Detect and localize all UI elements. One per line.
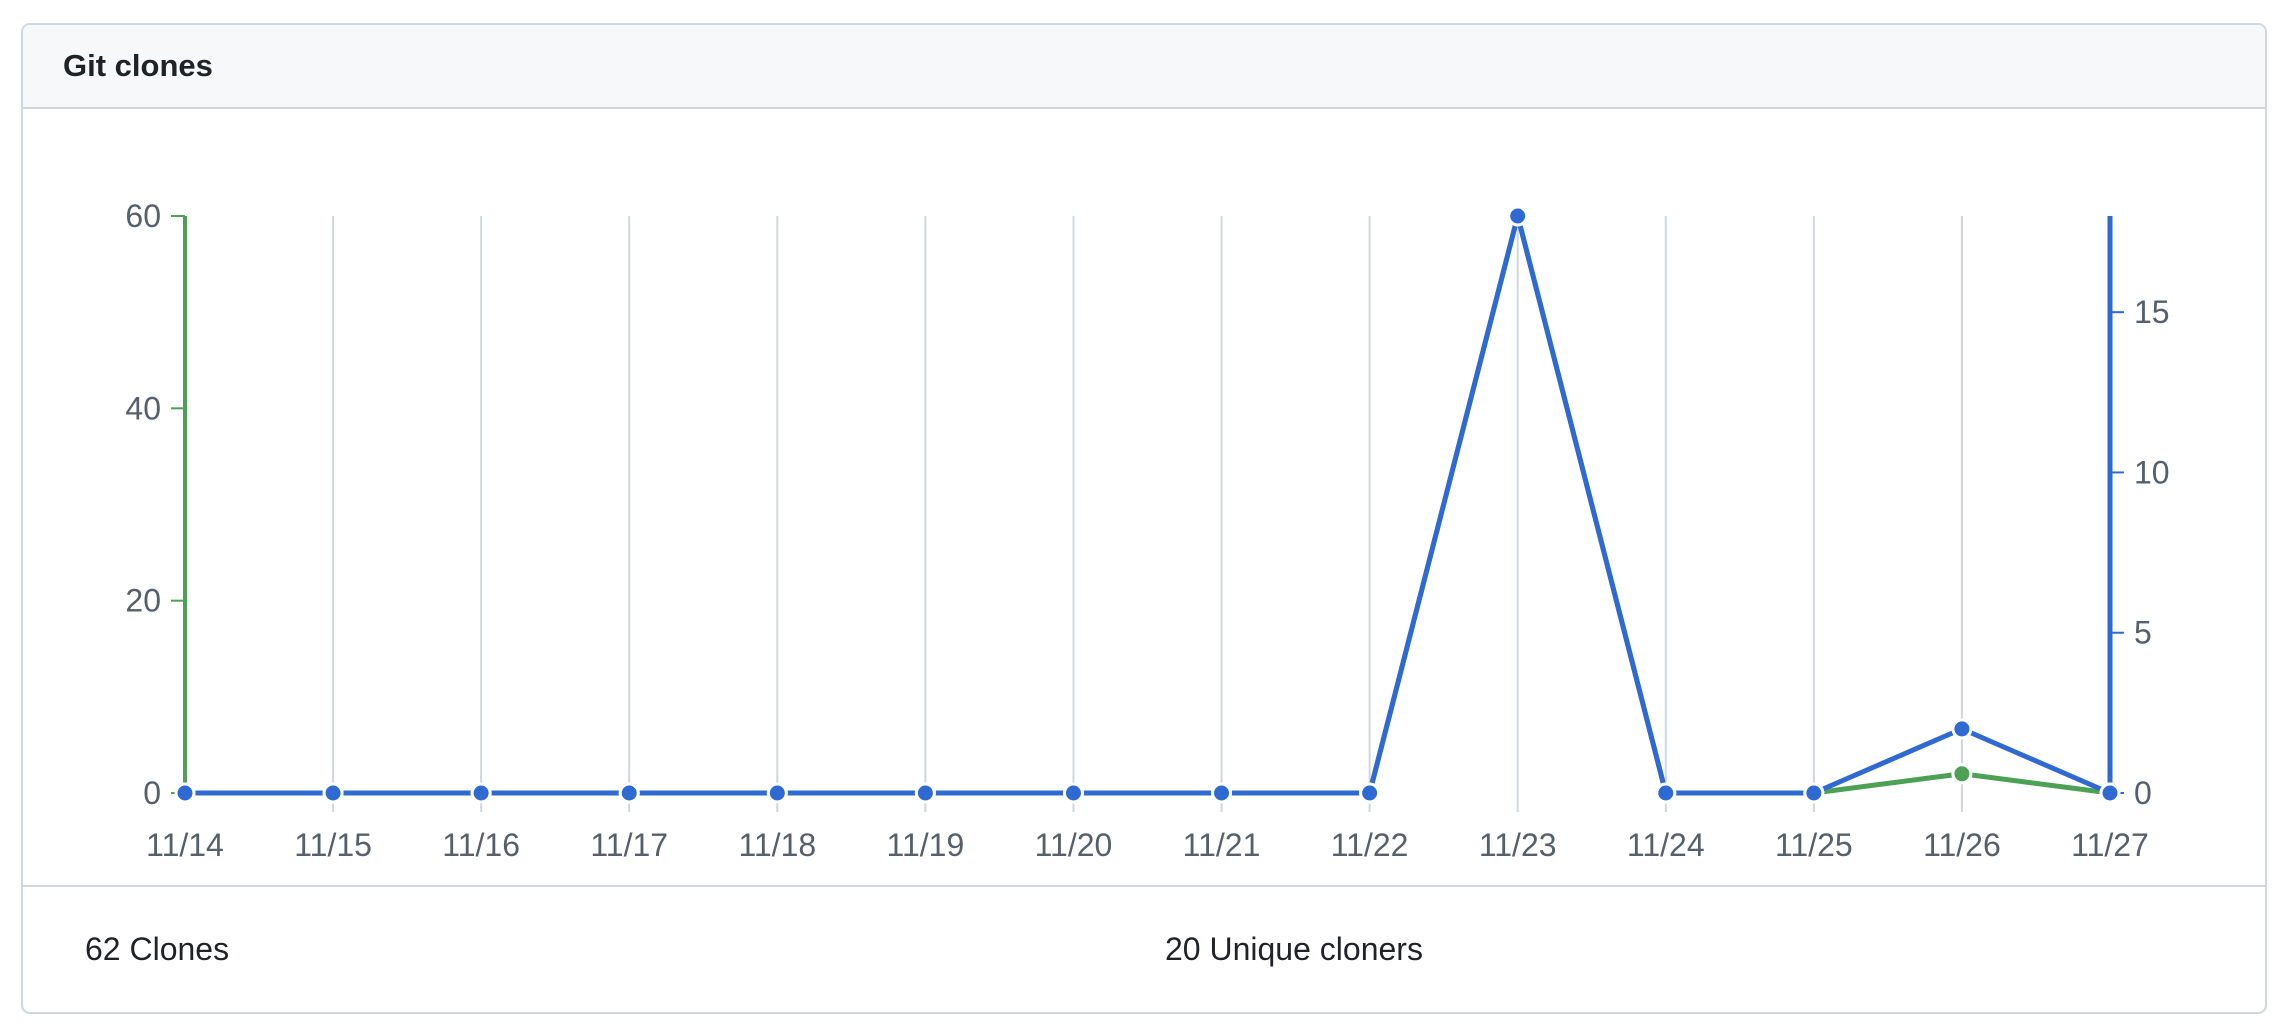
panel-title: Git clones [63, 48, 213, 83]
x-tick-label: 11/18 [738, 827, 816, 863]
data-point-unique-cloners [1507, 205, 1529, 227]
x-tick-label: 11/15 [294, 827, 372, 863]
x-tick-label: 11/26 [1923, 827, 2001, 863]
right-axis-tick-label: 10 [2134, 454, 2170, 490]
data-point-unique-cloners [174, 782, 196, 804]
data-point-unique-cloners [470, 782, 492, 804]
left-axis-tick-label: 40 [125, 390, 161, 426]
data-point-unique-cloners [1211, 782, 1233, 804]
data-point-clones [1951, 763, 1973, 785]
panel-footer: 62 Clones 20 Unique cloners [23, 885, 2265, 1012]
x-tick-label: 11/19 [887, 827, 965, 863]
data-point-unique-cloners [1655, 782, 1677, 804]
unique-cloners-stat: 20 Unique cloners [1165, 931, 1423, 967]
data-point-unique-cloners [618, 782, 640, 804]
data-point-unique-cloners [1951, 718, 1973, 740]
x-tick-label: 11/27 [2071, 827, 2149, 863]
left-axis-tick-label: 20 [125, 583, 161, 619]
series-line-clones [185, 213, 2111, 796]
data-point-unique-cloners [322, 782, 344, 804]
x-tick-label: 11/24 [1627, 827, 1705, 863]
clones-chart-svg: 0 20 40 60 0 5 10 15 11/14 11/15 11/16 11/17 11/18 11… [125, 198, 2170, 863]
x-tick-label: 11/20 [1035, 827, 1113, 863]
data-point-unique-cloners [1359, 782, 1381, 804]
data-point-unique-cloners [2099, 782, 2121, 804]
x-tick-label: 11/22 [1331, 827, 1409, 863]
right-axis-tick-label: 0 [2134, 775, 2152, 811]
series-line-unique-cloners [185, 213, 2111, 796]
data-point-unique-cloners [1803, 782, 1825, 804]
x-tick-label: 11/14 [146, 827, 224, 863]
data-point-unique-cloners [914, 782, 936, 804]
right-axis-tick-label: 5 [2134, 615, 2152, 651]
total-clones-stat: 62 Clones [85, 931, 230, 967]
x-tick-label: 11/16 [442, 827, 520, 863]
x-tick-label: 11/23 [1479, 827, 1557, 863]
x-tick-label: 11/25 [1775, 827, 1853, 863]
x-tick-label: 11/21 [1183, 827, 1261, 863]
data-point-unique-cloners [766, 782, 788, 804]
left-axis-tick-label: 0 [143, 775, 161, 811]
clones-chart: 0 20 40 60 0 5 10 15 11/14 11/15 11/16 11/17 11/18 11… [23, 109, 2265, 889]
x-tick-label: 11/17 [590, 827, 668, 863]
right-axis-tick-label: 15 [2134, 294, 2170, 330]
left-axis-tick-label: 60 [125, 198, 161, 234]
panel-header: Git clones [23, 25, 2265, 109]
data-point-unique-cloners [1062, 782, 1084, 804]
git-clones-panel: Git clones 0 20 40 60 0 5 10 15 11/14 11/15 11/16 1… [21, 23, 2267, 1014]
